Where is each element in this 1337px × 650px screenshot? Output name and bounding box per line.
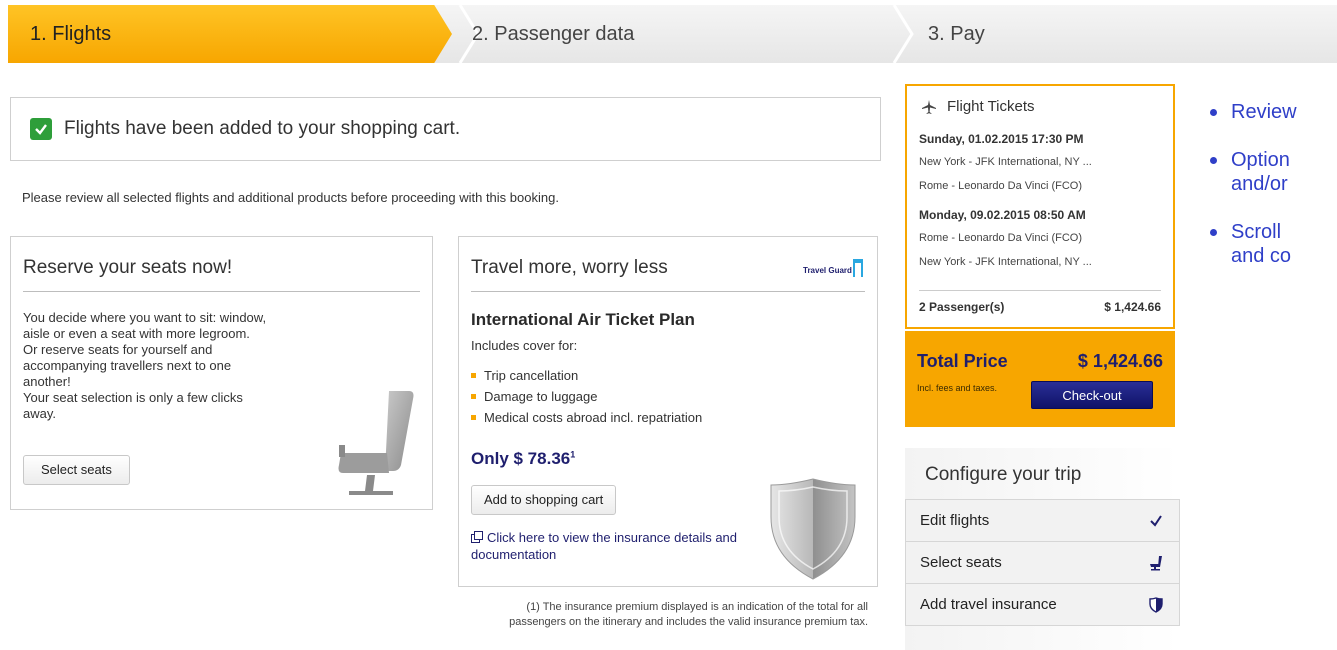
cover-list: Trip cancellation Damage to luggage Medi… — [471, 365, 702, 428]
shield-icon — [1149, 596, 1163, 613]
config-item-label: Edit flights — [920, 512, 990, 529]
bullet-icon — [471, 373, 476, 378]
return-date: Monday, 09.02.2015 08:50 AM — [919, 208, 1086, 222]
select-seats-item[interactable]: Select seats — [905, 541, 1180, 584]
description-line: away. — [23, 406, 56, 421]
seat-card-description: You decide where you want to sit: window… — [23, 310, 323, 422]
checkout-button[interactable]: Check-out — [1031, 381, 1153, 409]
checkmark-icon — [30, 118, 52, 140]
cover-item-label: Damage to luggage — [484, 389, 598, 404]
divider — [23, 291, 420, 292]
checkmark-icon — [1150, 514, 1162, 527]
booking-progress: 1. Flights 2. Passenger data 3. Pay — [0, 0, 1337, 66]
cover-item-label: Trip cancellation — [484, 368, 579, 383]
seat-reservation-card: Reserve your seats now! You decide where… — [10, 236, 433, 510]
review-instruction: Please review all selected flights and a… — [22, 190, 559, 205]
list-item: Scroll — [1208, 220, 1337, 244]
covers-label: Includes cover for: — [471, 338, 578, 353]
step-pay[interactable]: 3. Pay — [928, 5, 1328, 63]
add-insurance-item[interactable]: Add travel insurance — [905, 583, 1180, 626]
travel-guard-logo: Travel Guard — [803, 257, 865, 281]
list-item: Medical costs abroad incl. repatriation — [471, 407, 702, 428]
seat-card-title: Reserve your seats now! — [23, 257, 233, 278]
list-item-continuation: and/or — [1231, 173, 1288, 195]
passenger-count: 2 Passenger(s) — [919, 300, 1005, 314]
return-destination: New York - JFK International, NY ... — [919, 256, 1092, 268]
fees-note: Incl. fees and taxes. — [917, 383, 998, 393]
cart-confirmation-box: Flights have been added to your shopping… — [10, 97, 881, 161]
divider — [471, 291, 865, 292]
step-separator-chevron-icon — [892, 5, 916, 63]
list-item: Option — [1208, 148, 1337, 172]
list-item-continuation: and co — [1231, 245, 1292, 267]
description-line: another! — [23, 374, 71, 389]
bullet-icon — [471, 415, 476, 420]
description-line: accompanying travellers next to one — [23, 358, 232, 373]
outbound-destination: Rome - Leonardo Da Vinci (FCO) — [919, 180, 1083, 192]
shield-illustration-icon — [767, 477, 859, 581]
summary-title: Flight Tickets — [947, 98, 1035, 115]
list-item: Trip cancellation — [471, 365, 702, 386]
travel-insurance-card: Travel more, worry less Travel Guard Int… — [458, 236, 878, 587]
total-price-box: Total Price $ 1,424.66 Incl. fees and ta… — [905, 331, 1175, 427]
logo-text: Travel Guard — [803, 266, 852, 275]
edit-flights-item[interactable]: Edit flights — [905, 499, 1180, 542]
insurance-price: Only $ 78.361 — [471, 449, 575, 469]
description-line: Your seat selection is only a few clicks — [23, 390, 243, 405]
summary-header: Flight Tickets — [921, 98, 1035, 115]
description-line: You decide where you want to sit: window… — [23, 310, 267, 325]
add-to-cart-button[interactable]: Add to shopping cart — [471, 485, 617, 515]
select-seats-button[interactable]: Select seats — [23, 455, 130, 485]
step-passenger-data[interactable]: 2. Passenger data — [472, 5, 892, 63]
total-price-value: $ 1,424.66 — [1077, 351, 1163, 371]
divider — [919, 290, 1161, 291]
insurance-plan-name: International Air Ticket Plan — [471, 310, 695, 329]
outbound-date: Sunday, 01.02.2015 17:30 PM — [919, 132, 1084, 146]
insurance-footnote: (1) The insurance premium displayed is a… — [509, 601, 868, 628]
config-item-label: Add travel insurance — [920, 596, 1057, 613]
footnote-marker: 1 — [570, 449, 576, 460]
external-window-icon — [471, 531, 483, 543]
insurance-details-link[interactable]: Click here to view the insurance details… — [471, 529, 761, 563]
seat-icon — [1150, 555, 1162, 570]
description-line: Or reserve seats for yourself and — [23, 342, 213, 357]
insurance-card-title: Travel more, worry less — [471, 257, 668, 278]
description-line: aisle or even a seat with more legroom. — [23, 326, 250, 341]
list-item: Damage to luggage — [471, 386, 702, 407]
flight-summary-panel: Flight Tickets Sunday, 01.02.2015 17:30 … — [905, 84, 1175, 329]
passenger-subtotal: $ 1,424.66 — [1104, 300, 1161, 314]
instruction-bullets: Review Option and/or Scroll and co — [1208, 100, 1337, 268]
seat-illustration-icon — [327, 387, 417, 497]
list-item: Review — [1208, 100, 1337, 124]
step-flights[interactable]: 1. Flights — [8, 5, 452, 63]
details-link-label[interactable]: Click here to view the insurance details… — [471, 530, 737, 562]
airplane-icon — [922, 99, 936, 114]
return-origin: Rome - Leonardo Da Vinci (FCO) — [919, 232, 1083, 244]
outbound-origin: New York - JFK International, NY ... — [919, 156, 1092, 168]
confirmation-message: Flights have been added to your shopping… — [64, 118, 461, 139]
cover-item-label: Medical costs abroad incl. repatriation — [484, 410, 703, 425]
config-item-label: Select seats — [920, 554, 1002, 571]
price-value: Only $ 78.36 — [471, 449, 571, 468]
configure-title: Configure your trip — [925, 464, 1082, 485]
bullet-icon — [471, 394, 476, 399]
total-price-label: Total Price — [917, 351, 1008, 371]
